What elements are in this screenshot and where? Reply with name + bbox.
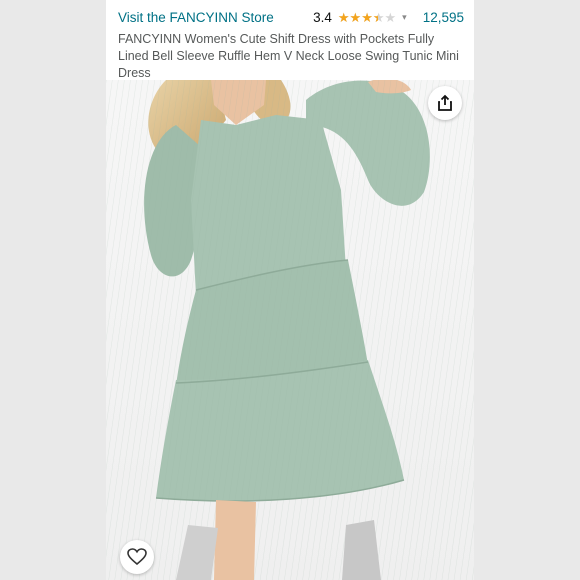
product-title: FANCYINN Women's Cute Shift Dress with P… xyxy=(118,32,459,80)
product-card: Visit the FANCYINN Store 3.4 ★★★★★ ★★★★★… xyxy=(106,0,474,580)
store-link[interactable]: Visit the FANCYINN Store xyxy=(118,10,274,25)
product-image-area[interactable] xyxy=(106,80,474,580)
product-image[interactable] xyxy=(106,80,474,580)
rating-summary[interactable]: 3.4 ★★★★★ ★★★★★ ▾ 12,595 xyxy=(313,10,464,25)
product-header: Visit the FANCYINN Store 3.4 ★★★★★ ★★★★★… xyxy=(106,0,474,80)
share-icon xyxy=(438,94,452,111)
rating-value: 3.4 xyxy=(313,10,332,25)
star-rating-icon: ★★★★★ ★★★★★ xyxy=(337,10,397,25)
chevron-down-icon: ▾ xyxy=(402,12,407,22)
heart-icon xyxy=(127,548,147,566)
share-button[interactable] xyxy=(428,86,462,120)
review-count-link[interactable]: 12,595 xyxy=(423,10,464,25)
wishlist-button[interactable] xyxy=(120,540,154,574)
